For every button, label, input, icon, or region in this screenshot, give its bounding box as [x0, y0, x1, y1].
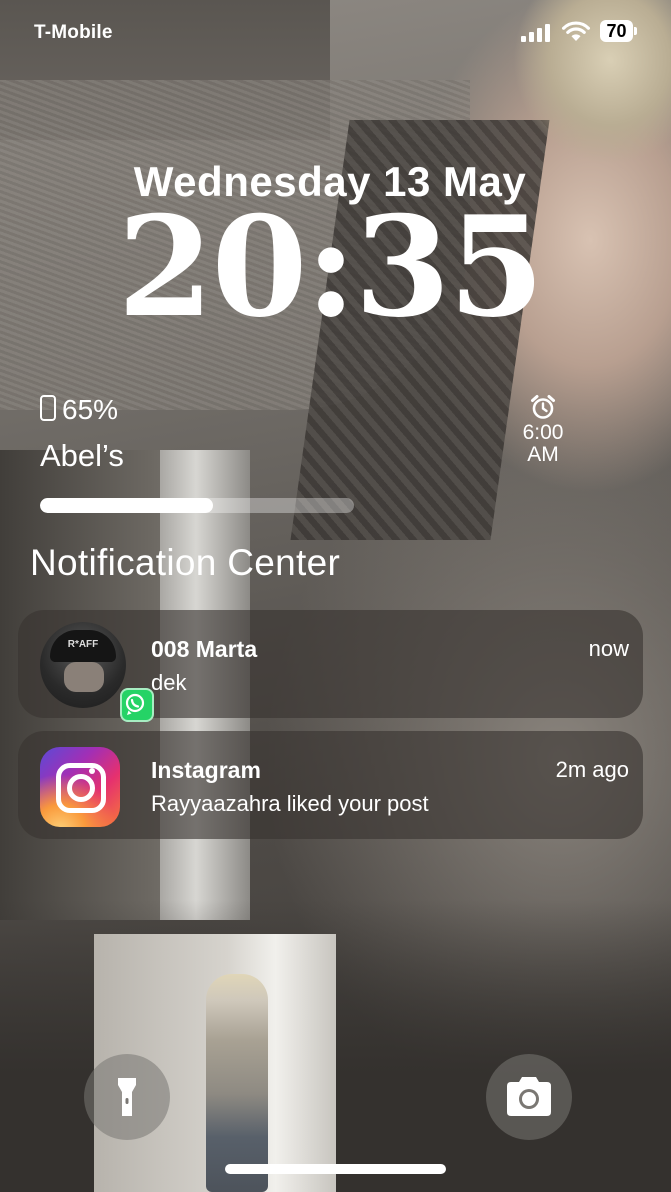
carrier-name: T-Mobile	[34, 22, 113, 43]
notification-app-icon: R*AFF	[40, 622, 154, 722]
alarm-time: 6:00	[522, 421, 564, 444]
alarm-period: AM	[527, 443, 559, 466]
notification-sender: Instagram	[151, 757, 261, 783]
notification-center-title: Notification Center	[30, 542, 341, 583]
alarm-widget[interactable]: 6:00 AM	[504, 394, 582, 466]
status-bar: T-Mobile 70	[0, 0, 671, 64]
battery-level-bar	[40, 498, 354, 513]
camera-icon	[507, 1077, 551, 1116]
notification-time: 2m ago	[555, 757, 629, 782]
battery-icon: 70	[600, 20, 637, 42]
notification-app-icon	[40, 743, 126, 829]
battery-percent: 65%	[62, 394, 119, 425]
alarm-clock-icon	[531, 395, 555, 419]
lock-time[interactable]: 20:35	[0, 192, 660, 342]
camera-button[interactable]	[486, 1054, 572, 1140]
battery-device-name: Abel’s	[40, 438, 124, 473]
whatsapp-icon	[120, 688, 154, 722]
home-indicator[interactable]	[225, 1164, 446, 1174]
notification-instagram[interactable]: Instagram Rayyaazahra liked your post 2m…	[18, 731, 643, 839]
notification-sender: 008 Marta	[151, 636, 258, 662]
flashlight-icon	[118, 1078, 136, 1116]
notification-time: now	[588, 636, 629, 661]
instagram-icon	[40, 747, 120, 827]
battery-widget[interactable]: 65%	[40, 394, 118, 426]
wifi-icon	[562, 21, 590, 41]
notification-message: Rayyaazahra liked your post	[151, 791, 429, 816]
battery-level-fill	[40, 498, 213, 513]
notification-message: dek	[151, 670, 187, 695]
contact-avatar: R*AFF	[40, 622, 126, 708]
notification-whatsapp[interactable]: R*AFF 008 Marta dek now	[18, 610, 643, 722]
signal-icon	[521, 24, 551, 42]
battery-level: 70	[606, 21, 627, 41]
flashlight-button[interactable]	[84, 1054, 170, 1140]
phone-battery-icon	[40, 395, 56, 421]
